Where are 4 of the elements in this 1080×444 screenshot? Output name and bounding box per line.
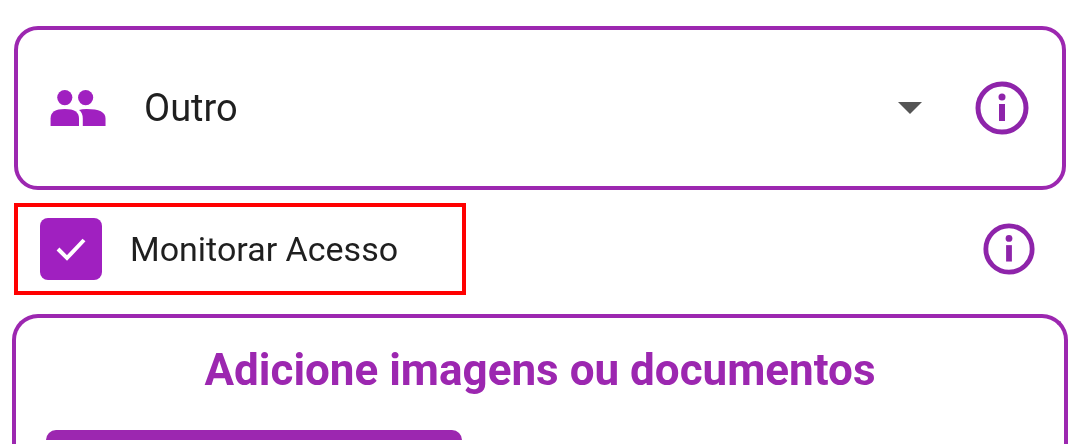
select-value: Outro	[144, 84, 238, 132]
card-title: Adicione imagens ou documentos	[204, 348, 876, 392]
checkbox-label: Monitorar Acesso	[130, 227, 399, 271]
category-select[interactable]: Outro	[14, 26, 1066, 190]
